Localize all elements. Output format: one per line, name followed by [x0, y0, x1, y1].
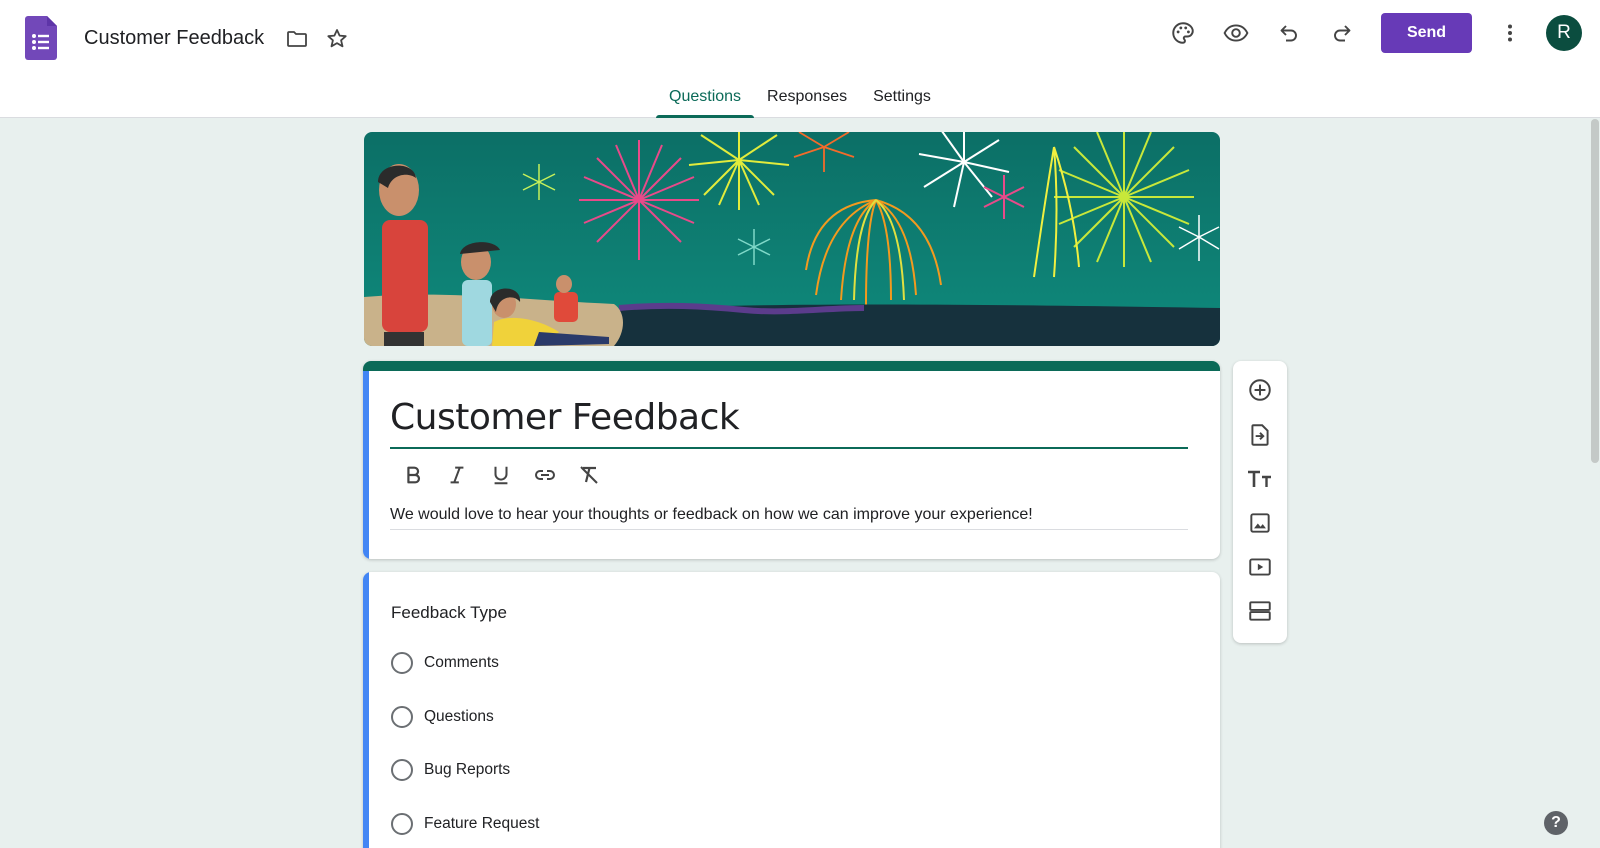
add-question-icon[interactable] — [1240, 370, 1280, 410]
form-description[interactable]: We would love to hear your thoughts or f… — [390, 506, 1033, 524]
help-icon[interactable]: ? — [1544, 811, 1568, 835]
underline-icon[interactable] — [483, 457, 519, 493]
redo-icon[interactable] — [1322, 13, 1362, 53]
palette-icon[interactable] — [1163, 13, 1203, 53]
option-label: Bug Reports — [424, 761, 511, 778]
side-toolbar — [1233, 361, 1287, 643]
option-questions[interactable]: Questions — [391, 705, 494, 729]
option-label: Comments — [424, 654, 499, 671]
add-image-icon[interactable] — [1240, 503, 1280, 543]
option-comments[interactable]: Comments — [391, 651, 499, 675]
tab-bar: Questions Responses Settings — [656, 80, 944, 118]
import-questions-icon[interactable] — [1240, 415, 1280, 455]
active-card-indicator — [363, 572, 369, 848]
link-icon[interactable] — [527, 457, 563, 493]
form-title[interactable]: Customer Feedback — [390, 397, 740, 438]
doc-title[interactable]: Customer Feedback — [84, 27, 264, 50]
undo-icon[interactable] — [1269, 13, 1309, 53]
preview-eye-icon[interactable] — [1216, 13, 1256, 53]
add-video-icon[interactable] — [1240, 547, 1280, 587]
italic-icon[interactable] — [439, 457, 475, 493]
clear-format-icon[interactable] — [571, 457, 607, 493]
add-section-icon[interactable] — [1240, 591, 1280, 631]
option-label: Questions — [424, 708, 494, 725]
tab-settings[interactable]: Settings — [860, 80, 944, 118]
question-card[interactable]: Feedback Type Comments Questions Bug Rep… — [363, 572, 1220, 848]
active-card-indicator — [363, 371, 369, 559]
tab-questions[interactable]: Questions — [656, 80, 755, 118]
folder-icon[interactable] — [277, 19, 317, 59]
bold-icon[interactable] — [395, 457, 431, 493]
app-header: Customer Feedback Send R Questions Respo… — [0, 0, 1600, 118]
question-title[interactable]: Feedback Type — [391, 603, 507, 623]
send-button[interactable]: Send — [1381, 13, 1472, 53]
header-banner-image — [364, 132, 1220, 346]
theme-accent-bar — [363, 361, 1220, 371]
title-underline — [390, 447, 1188, 449]
radio-button[interactable] — [391, 706, 413, 728]
add-title-icon[interactable] — [1240, 459, 1280, 499]
description-underline — [390, 529, 1188, 530]
scrollbar-thumb[interactable] — [1591, 119, 1599, 463]
option-bug-reports[interactable]: Bug Reports — [391, 758, 510, 782]
forms-logo-icon[interactable] — [25, 16, 57, 60]
radio-button[interactable] — [391, 652, 413, 674]
tab-responses[interactable]: Responses — [754, 80, 860, 118]
option-feature-request[interactable]: Feature Request — [391, 812, 539, 836]
option-label: Feature Request — [424, 815, 540, 832]
avatar[interactable]: R — [1546, 15, 1582, 51]
more-vert-icon[interactable] — [1490, 13, 1530, 53]
radio-button[interactable] — [391, 813, 413, 835]
radio-button[interactable] — [391, 759, 413, 781]
form-title-card[interactable]: Customer Feedback We would love to hear … — [363, 361, 1220, 559]
star-icon[interactable] — [317, 19, 357, 59]
